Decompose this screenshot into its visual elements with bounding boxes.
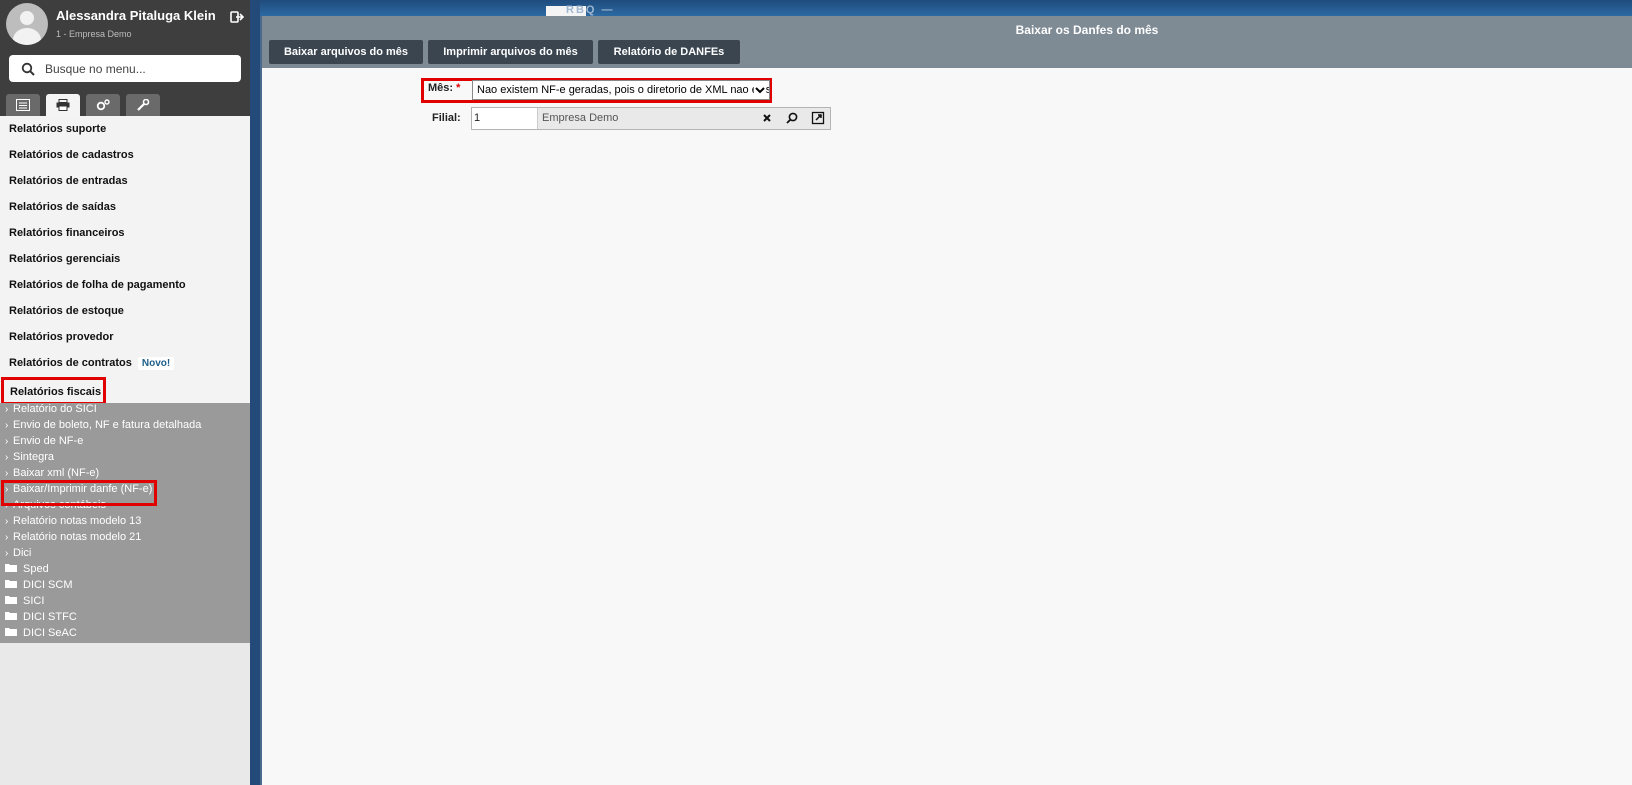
menu-item-contratos[interactable]: Relatórios de contratos Novo! xyxy=(9,357,175,370)
submenu-item[interactable]: › Relatório notas modelo 13 xyxy=(5,515,141,527)
user-panel: Alessandra Pitaluga Klein 1 - Empresa De… xyxy=(0,0,250,116)
new-badge: Novo! xyxy=(137,357,175,370)
menu-item-estoque[interactable]: Relatórios de estoque xyxy=(9,305,124,317)
filial-name: Empresa Demo xyxy=(542,112,619,124)
menu-item-folha[interactable]: Relatórios de folha de pagamento xyxy=(9,279,186,291)
tab-list[interactable] xyxy=(6,94,40,116)
window-header: Baixar os Danfes do mês Baixar arquivos … xyxy=(262,16,1632,68)
mes-select-value: Nao existem NF-e geradas, pois o diretor… xyxy=(477,84,770,96)
wrench-icon xyxy=(137,99,150,111)
menu-item-entradas[interactable]: Relatórios de entradas xyxy=(9,175,128,187)
fiscal-submenu: › Relatório do SICI › Envio de boleto, NF … xyxy=(0,403,250,643)
filial-code-input[interactable]: 1 xyxy=(472,108,538,129)
gears-icon xyxy=(96,99,110,111)
submenu-item[interactable]: › Envio de boleto, NF e fatura detalhada xyxy=(5,419,201,431)
tab-tools[interactable] xyxy=(126,94,160,116)
printer-icon xyxy=(56,99,70,111)
report-menu: Relatórios suporte Relatórios de cadastr… xyxy=(0,116,250,403)
menu-item-cadastros[interactable]: Relatórios de cadastros xyxy=(9,149,134,161)
folder-item[interactable]: SICI xyxy=(5,595,44,607)
search-icon[interactable] xyxy=(784,110,800,126)
folder-icon xyxy=(5,628,17,636)
folder-item[interactable]: DICI SCM xyxy=(5,579,73,591)
menu-item-gerenciais[interactable]: Relatórios gerenciais xyxy=(9,253,120,265)
submenu-item[interactable]: › Envio de NF-e xyxy=(5,435,83,447)
search-icon xyxy=(21,62,35,76)
sidebar-edge xyxy=(250,0,260,785)
window-title: Baixar os Danfes do mês xyxy=(1015,23,1159,37)
selected-highlight xyxy=(1,480,157,506)
folder-item[interactable]: Sped xyxy=(5,563,49,575)
submenu-item[interactable]: › Relatório do SICI xyxy=(5,403,97,415)
filial-field: 1 Empresa Demo xyxy=(471,107,831,130)
filial-label: Filial: xyxy=(432,112,461,124)
folder-icon xyxy=(5,612,17,620)
logout-icon[interactable] xyxy=(230,10,244,24)
danfe-window: Baixar os Danfes do mês Baixar arquivos … xyxy=(260,16,1632,785)
user-name: Alessandra Pitaluga Klein xyxy=(56,8,216,23)
submenu-item[interactable]: › Baixar xml (NF-e) xyxy=(5,467,99,479)
mes-select[interactable]: Nao existem NF-e geradas, pois o diretor… xyxy=(472,80,770,100)
top-bar-text: RBQ — xyxy=(566,4,615,16)
mes-label: Mês: * xyxy=(428,82,461,94)
clear-icon[interactable] xyxy=(759,110,775,126)
menu-item-fiscais-label: Relatórios fiscais xyxy=(10,386,102,398)
tab-reports[interactable] xyxy=(46,94,80,116)
required-mark: * xyxy=(456,82,461,94)
danfe-report-button[interactable]: Relatório de DANFEs xyxy=(598,40,740,64)
tab-settings[interactable] xyxy=(86,94,120,116)
sidebar: Alessandra Pitaluga Klein 1 - Empresa De… xyxy=(0,0,250,785)
menu-item-contratos-label: Relatórios de contratos xyxy=(9,357,132,369)
top-bar: RBQ — xyxy=(260,0,1632,18)
menu-item-fiscais[interactable]: Relatórios fiscais xyxy=(1,377,106,405)
menu-item-provedor[interactable]: Relatórios provedor xyxy=(9,331,114,343)
download-month-button[interactable]: Baixar arquivos do mês xyxy=(269,40,423,64)
folder-item[interactable]: DICI STFC xyxy=(5,611,77,623)
open-external-icon[interactable] xyxy=(810,110,826,126)
submenu-item[interactable]: › Sintegra xyxy=(5,451,54,463)
list-icon xyxy=(16,99,30,111)
user-company: 1 - Empresa Demo xyxy=(56,29,132,39)
search-input[interactable] xyxy=(45,55,235,82)
menu-item-suporte[interactable]: Relatórios suporte xyxy=(9,123,106,135)
submenu-item[interactable]: › Dici xyxy=(5,547,31,559)
menu-item-financeiros[interactable]: Relatórios financeiros xyxy=(9,227,125,239)
folder-icon xyxy=(5,564,17,572)
avatar[interactable] xyxy=(6,3,48,45)
submenu-item[interactable]: › Relatório notas modelo 21 xyxy=(5,531,141,543)
print-month-button[interactable]: Imprimir arquivos do mês xyxy=(428,40,593,64)
folder-item[interactable]: DICI SeAC xyxy=(5,627,77,639)
folder-icon xyxy=(5,596,17,604)
menu-search[interactable] xyxy=(9,55,241,82)
folder-icon xyxy=(5,580,17,588)
chevron-down-icon xyxy=(754,84,766,96)
menu-item-saidas[interactable]: Relatórios de saídas xyxy=(9,201,116,213)
